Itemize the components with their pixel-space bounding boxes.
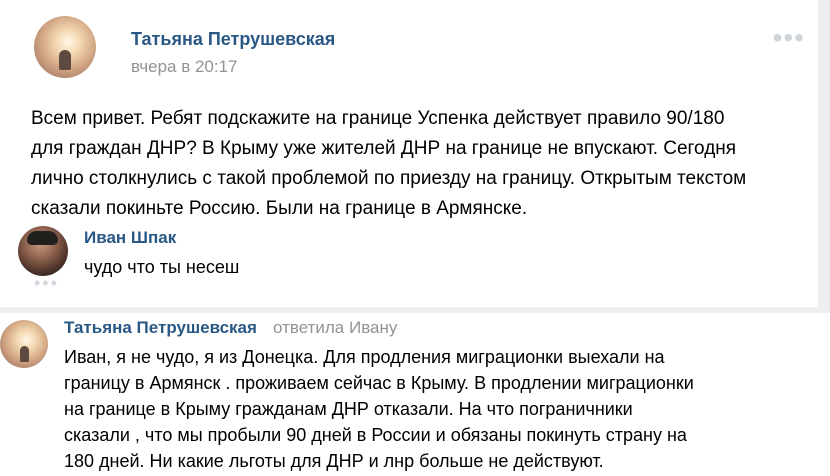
reply-author-name[interactable]: Татьяна Петрушевская <box>64 318 257 338</box>
post-text-line: для граждан ДНР? В Крыму уже жителей ДНР… <box>31 138 737 159</box>
post-text: Всем привет. Ребят подскажите на границе… <box>31 104 801 224</box>
post-text-line: сказали покиньте Россию. Были на границе… <box>31 198 528 219</box>
reply-text: Иван, я не чудо, я из Донецка. Для продл… <box>64 344 814 474</box>
comment-text: чудо что ты несеш <box>84 257 240 277</box>
reply-text-line: на границе в Крыму гражданам ДНР отказал… <box>64 399 633 419</box>
post-more-menu[interactable]: ••• <box>773 24 805 52</box>
post-text-line: Всем привет. Ребят подскажите на границе… <box>31 108 725 129</box>
post-time[interactable]: вчера в 20:17 <box>131 56 238 78</box>
more-comments-indicator[interactable]: ••• <box>34 274 59 292</box>
reply-author-avatar[interactable] <box>0 320 48 368</box>
reply-text-line: границу в Армянск . проживаем сейчас в К… <box>64 373 694 393</box>
reply-meta[interactable]: ответила Ивану <box>273 318 397 338</box>
reply-text-line: Иван, я не чудо, я из Донецка. Для продл… <box>64 347 665 367</box>
comment-avatar-hair <box>27 231 58 245</box>
reply-avatar-figure <box>19 346 29 362</box>
comment-author-name[interactable]: Иван Шпак <box>84 228 176 248</box>
post-avatar-figure <box>59 50 71 70</box>
post-text-line: лично столкнулись с такой проблемой по п… <box>31 168 747 189</box>
post-author-avatar[interactable] <box>34 16 96 78</box>
comment-author-avatar[interactable] <box>18 226 68 276</box>
reply-text-line: сказали , что мы пробыли 90 дней в Росси… <box>64 425 687 445</box>
reply-text-line: 180 дней. Ни какие льготы для ДНР и лнр … <box>64 451 604 471</box>
post-author-name[interactable]: Татьяна Петрушевская <box>131 28 335 50</box>
